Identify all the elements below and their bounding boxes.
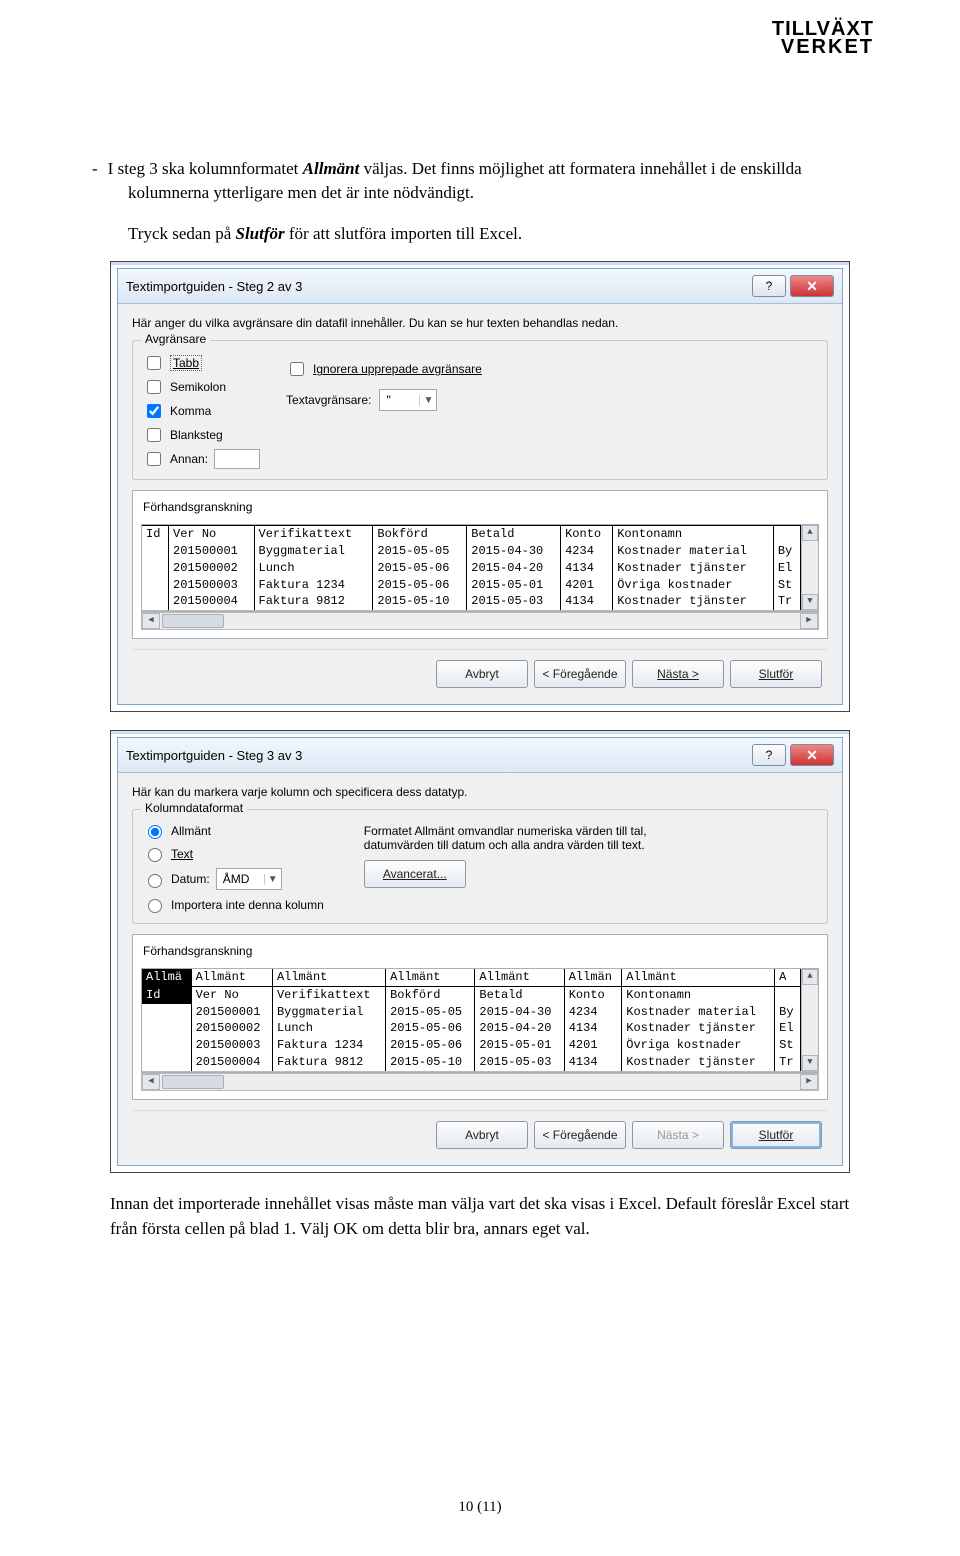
back-button[interactable]: < Föregående xyxy=(534,1121,626,1149)
back-button[interactable]: < Föregående xyxy=(534,660,626,688)
help-button[interactable]: ? xyxy=(752,744,786,766)
preview-title-2: Förhandsgranskning xyxy=(133,941,827,962)
dialog2-title: Textimportguiden - Steg 3 av 3 xyxy=(126,748,748,763)
dialog1-title: Textimportguiden - Steg 2 av 3 xyxy=(126,279,748,294)
chevron-down-icon: ▼ xyxy=(419,395,436,406)
fmt-allmant[interactable]: Allmänt xyxy=(143,822,324,839)
screenshot-dialog-step3: Textimportguiden - Steg 3 av 3 ? ✕ Här k… xyxy=(110,730,850,1173)
close-button[interactable]: ✕ xyxy=(790,744,834,766)
delim-komma[interactable]: Komma xyxy=(143,401,260,421)
fmt-text[interactable]: Text xyxy=(143,845,324,862)
close-button[interactable]: ✕ xyxy=(790,275,834,297)
delim-annan[interactable]: Annan: xyxy=(143,449,260,469)
cancel-button[interactable]: Avbryt xyxy=(436,660,528,688)
instruction-para-1: -I steg 3 ska kolumnformatet Allmänt väl… xyxy=(110,157,850,205)
ignore-repeated-delim[interactable]: Ignorera upprepade avgränsare xyxy=(286,359,482,379)
preview-title-1: Förhandsgranskning xyxy=(133,497,827,518)
preview-hscroll[interactable]: ◀▶ xyxy=(141,612,819,630)
dialog1-titlebar: Textimportguiden - Steg 2 av 3 ? ✕ xyxy=(118,269,842,304)
page-number: 10 (11) xyxy=(0,1499,960,1516)
logo: TILLVÄXT VERKET xyxy=(772,20,874,56)
screenshot-dialog-step2: Textimportguiden - Steg 2 av 3 ? ✕ Här a… xyxy=(110,261,850,712)
delimiters-group: Avgränsare Tabb Semikolon Komma Blankste… xyxy=(132,340,828,480)
dialog1-intro: Här anger du vilka avgränsare din datafi… xyxy=(132,314,828,340)
preview-vscroll[interactable]: ▲▼ xyxy=(801,525,818,610)
fmt-skip[interactable]: Importera inte denna kolumn xyxy=(143,896,324,913)
delim-semikolon[interactable]: Semikolon xyxy=(143,377,260,397)
advanced-button[interactable]: Avancerat... xyxy=(364,860,466,888)
preview-hscroll[interactable]: ◀▶ xyxy=(141,1073,819,1091)
help-button[interactable]: ? xyxy=(752,275,786,297)
preview-area-2: AllmäAllmäntAllmäntAllmäntAllmäntAllmänA… xyxy=(141,968,819,1073)
finish-button[interactable]: Slutför xyxy=(730,660,822,688)
cancel-button[interactable]: Avbryt xyxy=(436,1121,528,1149)
delim-blanksteg[interactable]: Blanksteg xyxy=(143,425,260,445)
format-note: Formatet Allmänt omvandlar numeriska vär… xyxy=(364,824,704,852)
text-qualifier-label: Textavgränsare: xyxy=(286,393,371,407)
next-button[interactable]: Nästa > xyxy=(632,660,724,688)
preview-area-1: IdVer NoVerifikattextBokfördBetaldKontoK… xyxy=(141,524,819,612)
dialog2-titlebar: Textimportguiden - Steg 3 av 3 ? ✕ xyxy=(118,738,842,773)
fmt-datum[interactable]: Datum: ÅMD▼ xyxy=(143,868,324,890)
chevron-down-icon: ▼ xyxy=(264,874,281,885)
delim-tabb[interactable]: Tabb xyxy=(143,353,260,373)
preview-vscroll[interactable]: ▲▼ xyxy=(801,969,818,1071)
instruction-para-2: Tryck sedan på Slutför för att slutföra … xyxy=(110,222,850,246)
column-format-group: Kolumndataformat Allmänt Text Datum: ÅMD… xyxy=(132,809,828,924)
next-button: Nästa > xyxy=(632,1121,724,1149)
text-qualifier-combo[interactable]: "▼ xyxy=(379,389,437,411)
finish-button[interactable]: Slutför xyxy=(730,1121,822,1149)
instruction-para-3: Innan det importerade innehållet visas m… xyxy=(110,1191,850,1242)
